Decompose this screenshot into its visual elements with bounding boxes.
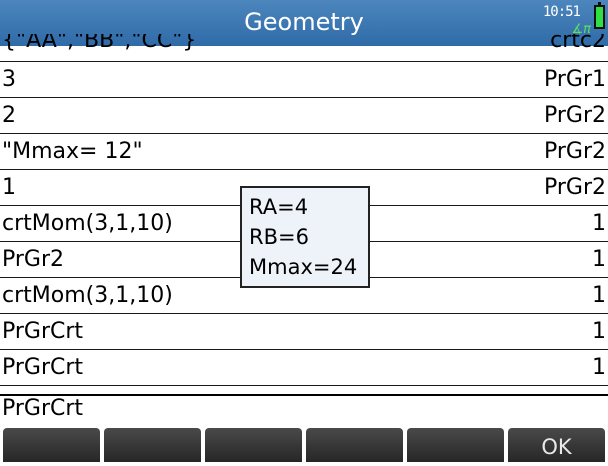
history-input: PrGrCrt [2, 355, 84, 380]
history-input: 3 [2, 67, 16, 92]
softkey-4[interactable] [306, 428, 403, 462]
history-input: crtMom(3,1,10) [2, 283, 173, 308]
popup-line-rb: RB=6 [249, 225, 309, 249]
history-result: 1 [592, 247, 606, 272]
history-result: 1 [592, 355, 606, 380]
history-input: PrGr2 [2, 247, 65, 272]
history-row[interactable]: {"AA","BB","CC"} crtc2 [0, 34, 608, 62]
history-result: PrGr2 [543, 103, 606, 128]
history-result: 1 [592, 211, 606, 236]
history-result: PrGr1 [543, 67, 606, 92]
history-row[interactable]: PrGrCrt 1 [0, 314, 608, 350]
ok-button[interactable]: OK [508, 428, 605, 462]
history-row[interactable]: "Mmax= 12" PrGr2 [0, 134, 608, 170]
history-result: 1 [592, 283, 606, 308]
history-row[interactable]: PrGrCrt 1 [0, 350, 608, 386]
history-input: 2 [2, 103, 16, 128]
history-result: PrGr2 [543, 139, 606, 164]
history-input: {"AA","BB","CC"} [2, 34, 197, 53]
app-title: Geometry [244, 8, 364, 36]
entry-line[interactable]: PrGrCrt [2, 396, 83, 421]
history-input: crtMom(3,1,10) [2, 211, 173, 236]
popup-line-ra: RA=4 [249, 195, 309, 219]
clock: 10:51 [542, 4, 581, 20]
history-row[interactable]: 2 PrGr2 [0, 98, 608, 134]
softkey-5[interactable] [407, 428, 504, 462]
entry-separator [0, 394, 608, 396]
popup-line-mmax: Mmax=24 [249, 255, 358, 279]
history-row[interactable]: 3 PrGr1 [0, 62, 608, 98]
history-result: 1 [592, 319, 606, 344]
softkey-2[interactable] [104, 428, 201, 462]
history-result: PrGr2 [543, 175, 606, 200]
softkey-3[interactable] [205, 428, 302, 462]
results-popup: RA=4 RB=6 Mmax=24 [240, 186, 370, 288]
history-result: crtc2 [550, 34, 606, 53]
history-input: "Mmax= 12" [2, 139, 143, 164]
softkey-1[interactable] [3, 428, 100, 462]
battery-icon [594, 2, 605, 29]
history-input: PrGrCrt [2, 319, 84, 344]
history-input: 1 [2, 175, 16, 200]
softkey-menu: OK [0, 426, 608, 462]
